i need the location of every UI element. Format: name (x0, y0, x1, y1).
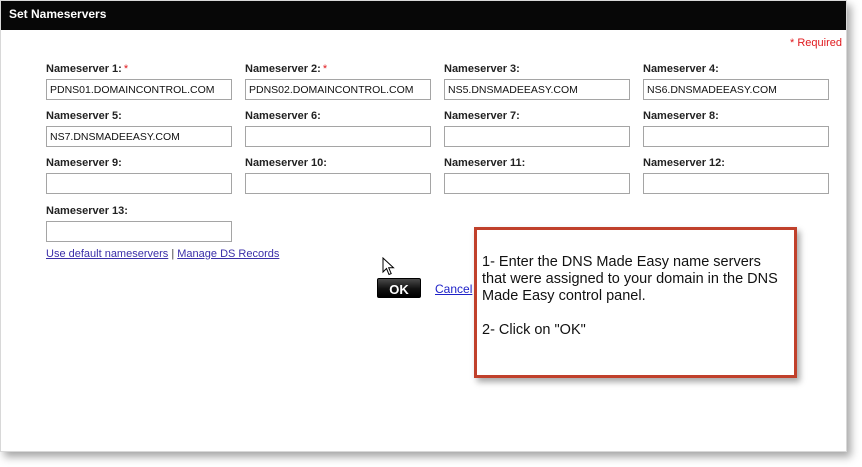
nameserver-2-label: Nameserver 2: * (245, 63, 328, 75)
nameserver-12-group: Nameserver 12: (643, 156, 829, 194)
set-nameservers-dialog: Set Nameservers * Required Nameserver 1:… (0, 0, 847, 452)
nameserver-5-field[interactable] (46, 126, 232, 147)
nameserver-2-group: Nameserver 2: * (245, 62, 431, 100)
nameserver-11-field[interactable] (444, 173, 630, 194)
nameserver-4-field[interactable] (643, 79, 829, 100)
nameserver-1-label: Nameserver 1: * (46, 63, 129, 75)
nameserver-13-label: Nameserver 13: (46, 205, 128, 217)
nameserver-7-group: Nameserver 7: (444, 109, 630, 147)
instruction-callout: 1- Enter the DNS Made Easy name servers … (474, 227, 797, 378)
nameserver-10-group: Nameserver 10: (245, 156, 431, 194)
dialog-title: Set Nameservers (9, 7, 107, 21)
nameserver-7-field[interactable] (444, 126, 630, 147)
nameserver-10-label: Nameserver 10: (245, 157, 327, 169)
nameserver-1-field[interactable] (46, 79, 232, 100)
nameserver-1-group: Nameserver 1: * (46, 62, 232, 100)
required-marker: * (123, 63, 129, 75)
ok-button[interactable]: OK (377, 278, 421, 298)
nameserver-9-label: Nameserver 9: (46, 157, 122, 169)
callout-step-2: 2- Click on "OK" (482, 322, 586, 338)
nameserver-7-label: Nameserver 7: (444, 110, 520, 122)
mouse-pointer-icon (382, 257, 395, 276)
nameserver-6-group: Nameserver 6: (245, 109, 431, 147)
manage-ds-records-link[interactable]: Manage DS Records (177, 248, 279, 260)
cancel-link[interactable]: Cancel (435, 282, 472, 296)
nameserver-11-label: Nameserver 11: (444, 157, 526, 169)
dialog-titlebar: Set Nameservers (1, 1, 846, 30)
required-note: * Required (790, 37, 842, 49)
nameserver-9-field[interactable] (46, 173, 232, 194)
nameserver-12-label: Nameserver 12: (643, 157, 725, 169)
nameserver-3-group: Nameserver 3: (444, 62, 630, 100)
nameserver-4-group: Nameserver 4: (643, 62, 829, 100)
nameserver-5-label: Nameserver 5: (46, 110, 122, 122)
nameserver-3-field[interactable] (444, 79, 630, 100)
use-default-nameservers-link[interactable]: Use default nameservers (46, 248, 168, 260)
nameserver-6-field[interactable] (245, 126, 431, 147)
nameserver-11-group: Nameserver 11: (444, 156, 630, 194)
nameserver-8-label: Nameserver 8: (643, 110, 719, 122)
nameserver-13-group: Nameserver 13: (46, 204, 232, 242)
nameserver-13-field[interactable] (46, 221, 232, 242)
callout-step-1: 1- Enter the DNS Made Easy name servers … (482, 254, 778, 304)
nameserver-9-group: Nameserver 9: (46, 156, 232, 194)
nameserver-2-field[interactable] (245, 79, 431, 100)
nameserver-3-label: Nameserver 3: (444, 63, 520, 75)
nameserver-12-field[interactable] (643, 173, 829, 194)
link-separator: | (171, 248, 175, 260)
required-marker: * (322, 63, 328, 75)
nameserver-5-group: Nameserver 5: (46, 109, 232, 147)
nameserver-6-label: Nameserver 6: (245, 110, 321, 122)
nameserver-10-field[interactable] (245, 173, 431, 194)
nameserver-8-field[interactable] (643, 126, 829, 147)
nameserver-8-group: Nameserver 8: (643, 109, 829, 147)
nameserver-links: Use default nameservers | Manage DS Reco… (46, 248, 279, 260)
nameserver-4-label: Nameserver 4: (643, 63, 719, 75)
